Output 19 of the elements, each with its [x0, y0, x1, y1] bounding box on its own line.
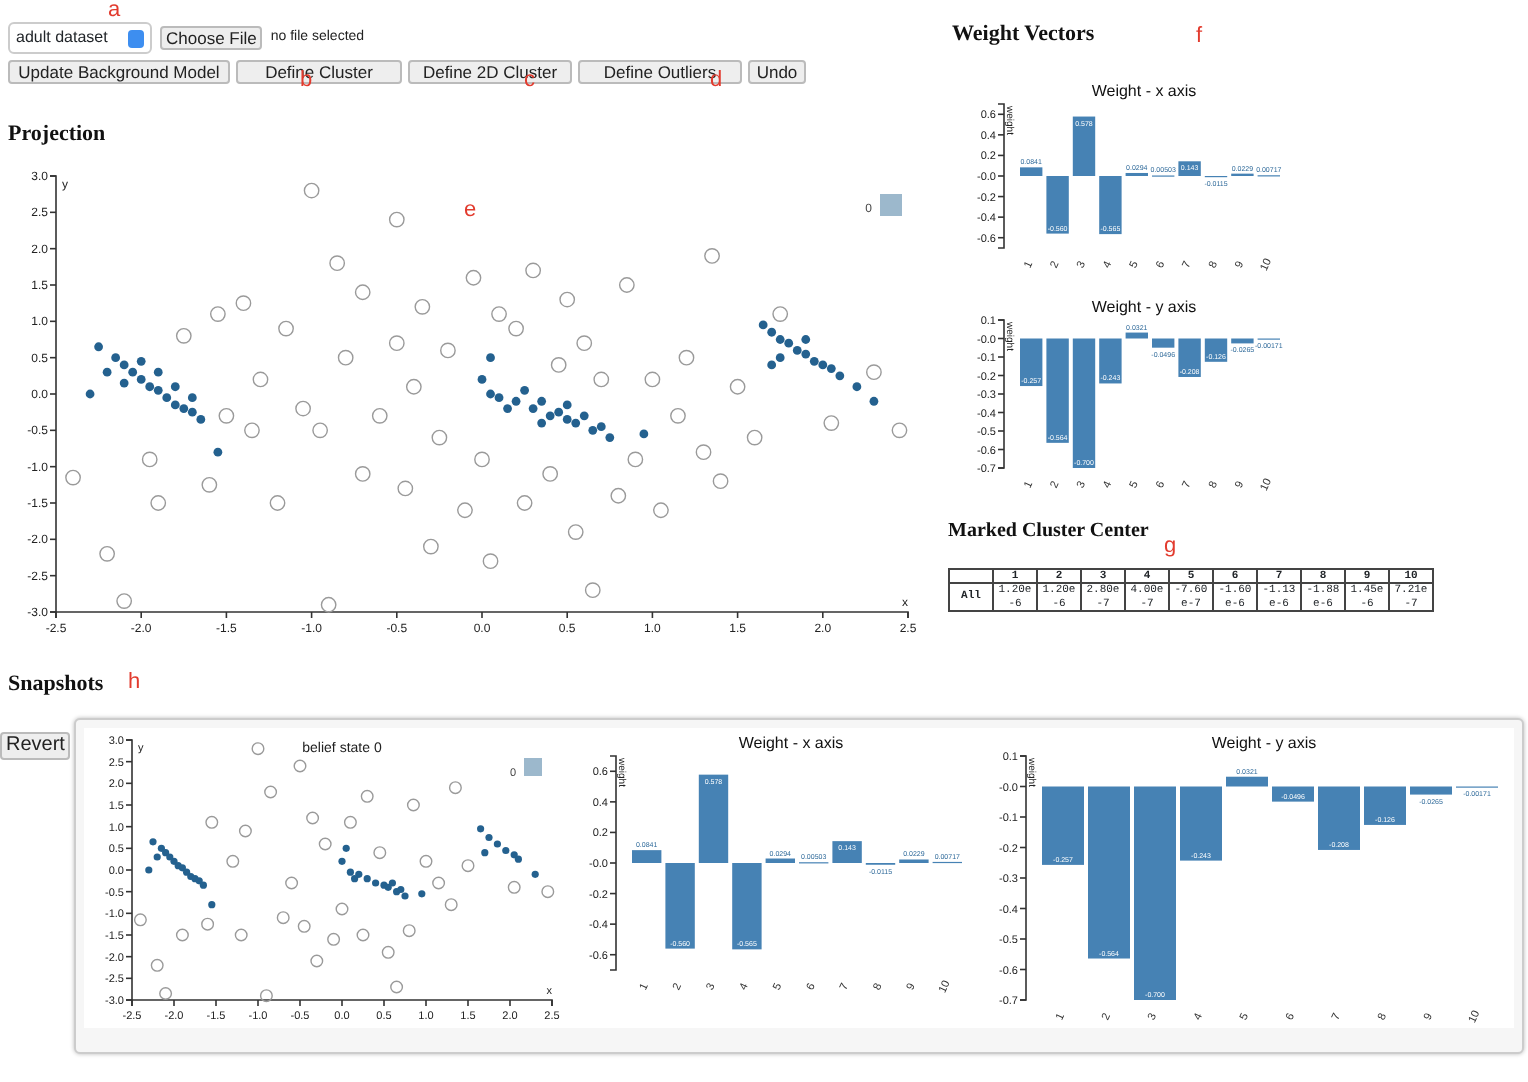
revert-button[interactable]: Revert — [0, 732, 71, 761]
chart-title: Weight - x axis — [739, 734, 845, 753]
annotation-label: g — [1164, 536, 1177, 558]
section-heading: Weight Vectors — [952, 22, 1095, 49]
annotation-label: h — [128, 672, 141, 694]
section-heading: Marked Cluster Center — [948, 520, 1149, 544]
select-value: adult dataset — [16, 26, 108, 50]
section-heading: Snapshots — [8, 672, 104, 699]
annotation-label: e — [464, 200, 477, 222]
chart-title: Weight - y axis — [1091, 298, 1197, 316]
chart-title: Weight - y axis — [1212, 734, 1318, 753]
toolbar-button[interactable]: Update Background Model — [8, 60, 230, 85]
chart-title: Weight - x axis — [1091, 82, 1197, 100]
annotation-label: f — [1196, 26, 1203, 48]
section-heading: Projection — [8, 122, 106, 149]
dataset-select[interactable]: adult dataset — [8, 22, 152, 54]
choose-file-button[interactable]: Choose File — [160, 25, 263, 51]
annotation-label: a — [108, 0, 121, 22]
toolbar-button[interactable]: Undo — [748, 60, 806, 85]
